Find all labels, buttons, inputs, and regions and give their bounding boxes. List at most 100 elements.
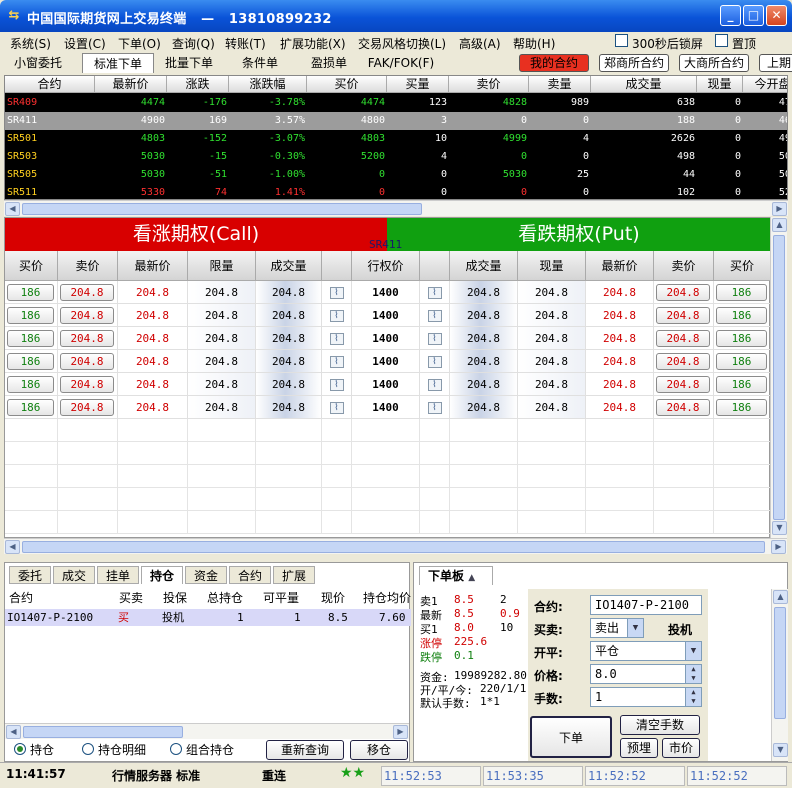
radio-combo-positions[interactable] (170, 743, 182, 755)
quote-header-bid[interactable]: 买价 (307, 76, 387, 93)
ask1-price[interactable]: 8.5 (454, 593, 474, 606)
ask-price-button[interactable]: 204.8 (656, 330, 710, 347)
lock-checkbox[interactable] (615, 34, 628, 47)
line-chart-icon[interactable]: ⌇ (329, 333, 344, 345)
line-chart-icon[interactable]: ⌇ (427, 310, 442, 322)
quote-row[interactable]: SR505 5030 -51 -1.00% 0 0 5030 25 44 0 5095 (5, 166, 787, 184)
option-header-11[interactable]: 卖价 (654, 251, 714, 281)
bid-price-button[interactable]: 186 (716, 399, 767, 416)
spinner-icon[interactable]: ▲ ▼ (685, 688, 701, 706)
tab-batch-order[interactable]: 批量下单 (158, 53, 220, 73)
bid-price-button[interactable]: 186 (7, 330, 54, 347)
option-header-6[interactable]: 行权价 (352, 251, 420, 281)
line-chart-icon[interactable]: ⌇ (427, 402, 442, 414)
ask-price-button[interactable]: 204.8 (656, 284, 710, 301)
option-header-5[interactable] (322, 251, 352, 281)
option-header-12[interactable]: 买价 (714, 251, 771, 281)
scroll-right-icon[interactable]: ▶ (771, 540, 786, 554)
pos-header-price[interactable]: 现价 (321, 589, 345, 607)
zce-contracts-button[interactable]: 郑商所合约 (599, 54, 669, 72)
quote-row[interactable]: SR501 4803 -152 -3.07% 4803 10 4999 4 2626 0 4955 (5, 130, 787, 148)
bid-price-button[interactable]: 186 (7, 376, 54, 393)
quote-header-contract[interactable]: 合约 (5, 76, 95, 93)
scroll-thumb-vertical[interactable] (773, 235, 785, 520)
quote-header-last[interactable]: 最新价 (95, 76, 167, 93)
ask-price-button[interactable]: 204.8 (656, 376, 710, 393)
contract-input[interactable]: IO1407-P-2100 (590, 595, 702, 615)
price-input[interactable]: 8.0 ▲ ▼ (590, 664, 702, 684)
tab-small-order[interactable]: 小窗委托 (6, 53, 70, 73)
radio-position-details[interactable] (82, 743, 94, 755)
bid-price-button[interactable]: 186 (716, 353, 767, 370)
clear-lots-button[interactable]: 清空手数 (620, 715, 700, 735)
quote-horizontal-scrollbar[interactable]: ◀ ▶ (4, 200, 788, 216)
option-header-2[interactable]: 最新价 (118, 251, 188, 281)
tab-positions[interactable]: 持仓 (141, 566, 183, 584)
bid-price-button[interactable]: 186 (7, 353, 54, 370)
menu-query[interactable]: 查询(Q) (172, 35, 215, 52)
option-header-4[interactable]: 成交量 (256, 251, 322, 281)
pos-header-contract[interactable]: 合约 (9, 589, 33, 607)
line-chart-icon[interactable]: ⌇ (329, 310, 344, 322)
tab-funds[interactable]: 资金 (185, 566, 227, 584)
menu-help[interactable]: 帮助(H) (513, 35, 555, 52)
topmost-checkbox[interactable] (715, 34, 728, 47)
option-row[interactable]: 186 204.8 204.8 204.8 204.8 ⌇ 1400 ⌇ 204.8 204.8 2… (5, 327, 771, 350)
bid-price-button[interactable]: 186 (7, 307, 54, 324)
ask-price-button[interactable]: 204.8 (60, 307, 114, 324)
tab-pending[interactable]: 挂单 (97, 566, 139, 584)
refresh-button[interactable]: 重新查询 (266, 740, 344, 760)
quote-header-current[interactable]: 现量 (697, 76, 743, 93)
line-chart-icon[interactable]: ⌇ (329, 402, 344, 414)
ask-price-button[interactable]: 204.8 (656, 353, 710, 370)
tab-order-board[interactable]: 下单板 ▲ (419, 566, 493, 585)
line-chart-icon[interactable]: ⌇ (427, 356, 442, 368)
menu-system[interactable]: 系统(S) (10, 35, 51, 52)
option-row[interactable]: 186 204.8 204.8 204.8 204.8 ⌇ 1400 ⌇ 204.8 204.8 2… (5, 350, 771, 373)
option-header-9[interactable]: 现量 (518, 251, 586, 281)
ask-price-button[interactable]: 204.8 (60, 284, 114, 301)
quote-header-volume[interactable]: 成交量 (591, 76, 697, 93)
scroll-left-icon[interactable]: ◀ (5, 540, 20, 554)
quote-row[interactable]: SR411 4900 169 3.57% 4800 3 0 0 188 0 4607 (5, 112, 787, 130)
option-header-3[interactable]: 限量 (188, 251, 256, 281)
bid-price-button[interactable]: 186 (716, 376, 767, 393)
bid1-price[interactable]: 8.0 (454, 621, 474, 634)
quote-header-ask[interactable]: 卖价 (449, 76, 529, 93)
quote-header-ask-qty[interactable]: 卖量 (529, 76, 591, 93)
option-horizontal-scrollbar[interactable]: ◀ ▶ (4, 538, 787, 554)
ask-price-button[interactable]: 204.8 (656, 307, 710, 324)
reconnect-link[interactable]: 重连 (262, 767, 286, 784)
offset-select[interactable]: 平仓 ▼ (590, 641, 702, 661)
option-header-10[interactable]: 最新价 (586, 251, 654, 281)
submit-order-button[interactable]: 下单 (530, 716, 612, 758)
quote-row[interactable]: SR409 4474 -176 -3.78% 4474 123 4828 989 638 0 478… (5, 94, 787, 112)
menu-advanced[interactable]: 高级(A) (459, 35, 501, 52)
tab-entrusts[interactable]: 委托 (9, 566, 51, 584)
bid-price-button[interactable]: 186 (716, 307, 767, 324)
chevron-down-icon[interactable]: ▼ (685, 642, 701, 660)
shfe-contracts-button[interactable]: 上期 (759, 54, 792, 72)
ask-price-button[interactable]: 204.8 (60, 399, 114, 416)
scroll-thumb-vertical[interactable] (774, 607, 786, 719)
pos-header-total[interactable]: 总持仓 (207, 589, 243, 607)
scroll-left-icon[interactable]: ◀ (5, 202, 20, 216)
market-price-button[interactable]: 市价 (662, 738, 700, 758)
line-chart-icon[interactable]: ⌇ (329, 287, 344, 299)
pos-header-closable[interactable]: 可平量 (263, 589, 299, 607)
scroll-right-icon[interactable]: ▶ (772, 202, 787, 216)
option-header-0[interactable]: 买价 (5, 251, 58, 281)
tab-fak-fok[interactable]: FAK/FOK(F) (362, 53, 440, 73)
scroll-down-icon[interactable]: ▼ (772, 521, 787, 535)
my-contracts-button[interactable]: 我的合约 (519, 54, 589, 72)
radio-positions[interactable] (14, 743, 26, 755)
quote-header-change-pct[interactable]: 涨跌幅 (229, 76, 307, 93)
tab-conditional-order[interactable]: 条件单 (232, 53, 288, 73)
option-row[interactable]: 186 204.8 204.8 204.8 204.8 ⌇ 1400 ⌇ 204.8 204.8 2… (5, 281, 771, 304)
quote-row[interactable]: SR511 5330 74 1.41% 0 0 0 0 102 0 5238 (5, 184, 787, 199)
bid-price-button[interactable]: 186 (7, 284, 54, 301)
scroll-up-icon[interactable]: ▲ (773, 590, 788, 604)
quote-header-bid-qty[interactable]: 买量 (387, 76, 449, 93)
scroll-left-icon[interactable]: ◀ (6, 725, 21, 739)
quote-header-open[interactable]: 今开盘 (743, 76, 787, 93)
